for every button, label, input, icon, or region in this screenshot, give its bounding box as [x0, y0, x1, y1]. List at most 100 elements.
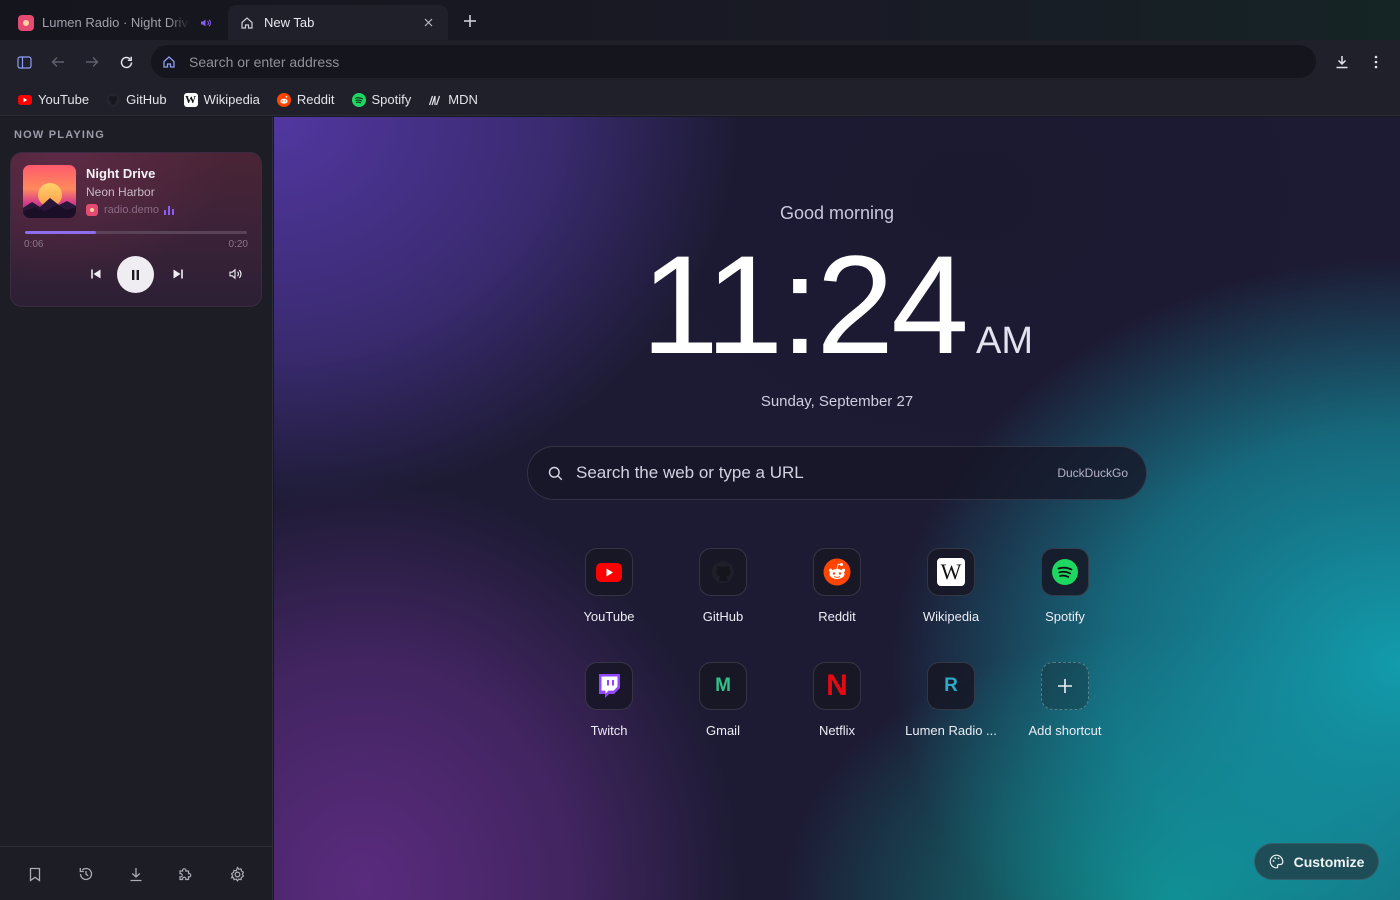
track-artist: Neon Harbor [86, 185, 155, 199]
spotify-icon [351, 92, 366, 107]
address-input[interactable] [189, 53, 1316, 70]
new-tab-page: Good morning 11:24 AM Sunday, September … [274, 117, 1400, 900]
album-art [23, 165, 76, 218]
shortcut-netflix[interactable]: N Netflix [785, 662, 889, 762]
now-playing-heading: NOW PLAYING [14, 129, 106, 141]
elapsed-time: 0:06 [24, 239, 44, 250]
bookmark-label: GitHub [126, 92, 167, 107]
shortcut-twitch[interactable]: Twitch [557, 662, 661, 762]
home-icon[interactable] [161, 54, 177, 70]
progress-track[interactable] [25, 231, 247, 234]
gmail-letter-icon: M [699, 662, 747, 710]
forward-arrow-icon[interactable] [80, 50, 104, 74]
track-title: Night Drive [86, 166, 156, 181]
shortcut-youtube[interactable]: YouTube [557, 548, 661, 648]
shortcut-label: Reddit [818, 609, 856, 624]
bookmark-label: Reddit [296, 92, 335, 107]
shortcut-github[interactable]: GitHub [671, 548, 775, 648]
shortcut-label: Gmail [706, 723, 740, 738]
bookmark-spotify[interactable]: Spotify [344, 87, 420, 113]
shortcut-label: Spotify [1045, 609, 1085, 624]
close-icon[interactable] [420, 15, 436, 31]
next-track-button[interactable] [169, 265, 187, 283]
tab-strip: Lumen Radio · Night Drive New Tab [0, 0, 1400, 40]
plus-icon [1041, 662, 1089, 710]
shortcut-label: Twitch [590, 723, 628, 738]
bookmark-label: MDN [448, 92, 478, 107]
github-icon [106, 93, 120, 107]
shortcut-label: Add shortcut [1028, 723, 1102, 738]
bookmark-youtube[interactable]: YouTube [10, 87, 97, 113]
shortcut-label: Netflix [818, 723, 856, 738]
web-search-input[interactable] [576, 463, 1058, 483]
netflix-letter-icon: N [813, 662, 861, 710]
radio-favicon-icon [18, 14, 34, 31]
shortcut-reddit[interactable]: Reddit [785, 548, 889, 648]
shortcut-lumen-radio[interactable]: R Lumen Radio ... [899, 662, 1003, 762]
twitch-icon [585, 662, 633, 710]
bookmark-label: YouTube [38, 92, 90, 107]
youtube-icon [18, 93, 32, 107]
bookmark-label: Wikipedia [203, 92, 260, 107]
progress-fill [25, 231, 97, 234]
shortcut-wikipedia[interactable]: W Wikipedia [899, 548, 1003, 648]
reload-icon[interactable] [114, 50, 138, 74]
wikipedia-icon: W [183, 92, 198, 107]
reddit-icon [813, 548, 861, 596]
clock-time: 11:24 [641, 226, 969, 383]
customize-label: Customize [1293, 853, 1365, 870]
history-icon[interactable] [76, 864, 96, 884]
puzzle-icon[interactable] [175, 864, 195, 884]
palette-icon [1269, 854, 1285, 870]
sidebar: NOW PLAYING Night Drive Neon Harbor radi… [0, 117, 273, 900]
github-icon [699, 548, 747, 596]
previous-track-button[interactable] [87, 265, 105, 283]
bookmark-label: Spotify [371, 92, 412, 107]
date-label: Sunday, September 27 [760, 393, 914, 410]
track-source[interactable]: radio.demo [86, 204, 175, 216]
more-vertical-icon[interactable] [1364, 50, 1388, 74]
shortcut-label: Wikipedia [922, 609, 980, 624]
greeting: Good morning [779, 203, 895, 223]
web-search-box[interactable]: DuckDuckGo [527, 446, 1147, 500]
bookmark-wikipedia[interactable]: W Wikipedia [176, 87, 268, 113]
back-arrow-icon[interactable] [46, 50, 70, 74]
tab-new-tab[interactable]: New Tab [228, 5, 448, 40]
home-icon [241, 16, 253, 29]
media-player-card: Night Drive Neon Harbor radio.demo 0:06 … [10, 152, 262, 307]
shortcut-spotify[interactable]: Spotify [1013, 548, 1117, 648]
download-icon[interactable] [1330, 50, 1354, 74]
toolbar [0, 40, 1400, 84]
sidebar-footer [0, 846, 272, 900]
radio-favicon-icon [86, 204, 98, 216]
download-icon[interactable] [126, 864, 146, 884]
pause-button[interactable] [117, 256, 154, 293]
tab-lumen-radio[interactable]: Lumen Radio · Night Drive [8, 5, 224, 40]
source-label: radio.demo [104, 204, 160, 216]
clock-ampm: AM [975, 320, 1033, 362]
shortcut-label: Lumen Radio ... [905, 723, 997, 738]
speaker-icon[interactable] [198, 15, 214, 31]
spotify-icon [1041, 548, 1089, 596]
search-engine-label[interactable]: DuckDuckGo [1057, 466, 1128, 480]
volume-icon[interactable] [227, 265, 245, 283]
bookmark-icon[interactable] [25, 864, 45, 884]
lumen-letter-icon: R [927, 662, 975, 710]
gear-icon[interactable] [227, 864, 247, 884]
bookmarks-bar: YouTube GitHub W Wikipedia Reddit Spotif… [0, 84, 1400, 116]
sidebar-toggle-icon[interactable] [12, 50, 36, 74]
bookmark-mdn[interactable]: MDN [420, 87, 486, 113]
wikipedia-icon: W [927, 548, 975, 596]
shortcut-label: YouTube [583, 609, 635, 624]
search-icon [546, 464, 564, 482]
audio-bars-icon [164, 205, 175, 215]
add-shortcut-button[interactable]: Add shortcut [1013, 662, 1117, 762]
address-bar[interactable] [151, 45, 1316, 78]
bookmark-reddit[interactable]: Reddit [269, 87, 343, 113]
bookmark-github[interactable]: GitHub [98, 87, 174, 113]
customize-button[interactable]: Customize [1254, 843, 1379, 880]
shortcut-gmail[interactable]: M Gmail [671, 662, 775, 762]
new-tab-button[interactable] [458, 9, 482, 33]
youtube-icon [585, 548, 633, 596]
reddit-icon [276, 92, 291, 107]
